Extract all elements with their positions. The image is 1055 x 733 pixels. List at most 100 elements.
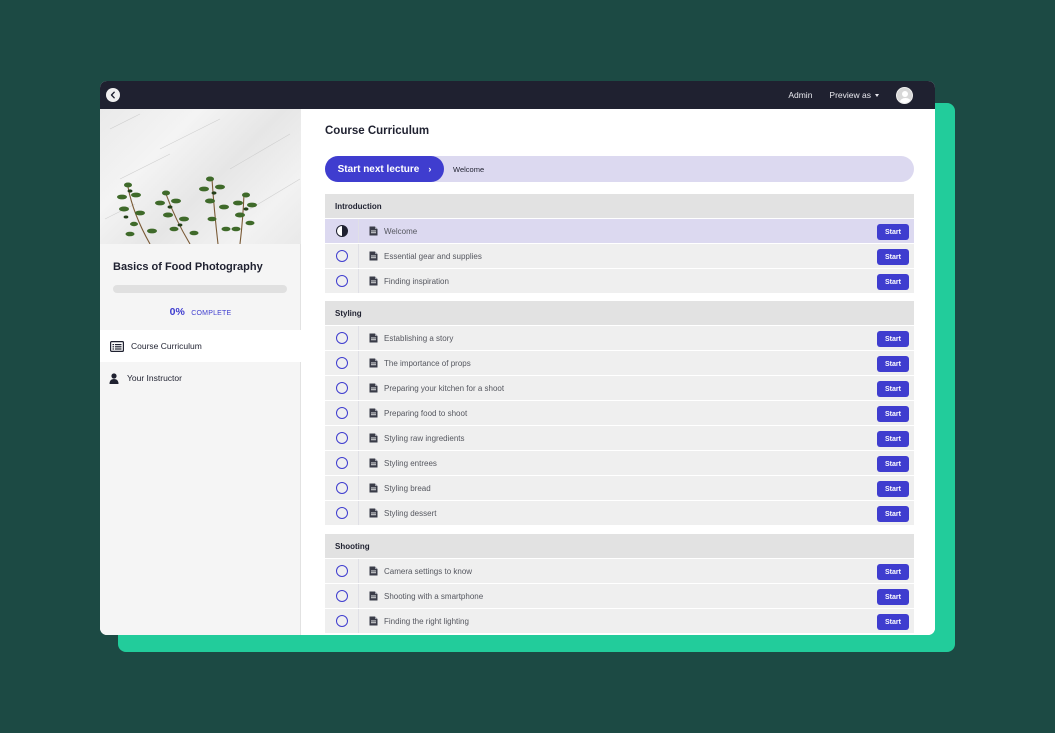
herb-sprigs-illustration (104, 113, 301, 244)
not-started-status-icon (335, 332, 348, 344)
sidebar-item-your-instructor[interactable]: Your Instructor (100, 362, 301, 394)
preview-as-dropdown[interactable]: Preview as (829, 90, 879, 100)
document-icon (369, 276, 378, 286)
chevron-left-icon (110, 91, 115, 99)
sidebar-item-label: Your Instructor (127, 373, 182, 383)
avatar-head-shape (902, 90, 908, 97)
sidebar: Basics of Food Photography 0% COMPLETE C… (100, 109, 301, 635)
start-lecture-button[interactable]: Start (877, 564, 909, 580)
lecture-title: The importance of props (384, 358, 471, 368)
back-button[interactable] (106, 88, 120, 102)
lecture-row[interactable]: The importance of props Start (325, 350, 914, 375)
user-avatar[interactable] (896, 86, 913, 104)
lecture-row[interactable]: Preparing food to shoot Start (325, 400, 914, 425)
lecture-row[interactable]: Camera settings to know Start (325, 558, 914, 583)
sidebar-item-label: Course Curriculum (131, 341, 202, 351)
document-icon (369, 358, 378, 368)
lecture-row[interactable]: Essential gear and supplies Start (325, 243, 914, 268)
progress-complete-label: COMPLETE (191, 310, 232, 317)
lecture-row[interactable]: Establishing a story Start (325, 325, 914, 350)
start-lecture-button[interactable]: Start (877, 356, 909, 372)
lecture-status (325, 351, 359, 375)
lecture-title: Preparing your kitchen for a shoot (384, 383, 505, 393)
next-lecture-bar: Start next lecture › Welcome (325, 156, 914, 182)
start-lecture-button[interactable]: Start (877, 224, 909, 240)
curriculum-section: Introduction Welcome Start Essential gear a… (325, 194, 914, 293)
start-lecture-button[interactable]: Start (877, 589, 909, 605)
not-started-status-icon (335, 407, 348, 419)
document-icon (369, 383, 378, 393)
start-next-lecture-label: Start next lecture (337, 163, 420, 175)
lecture-title: Establishing a story (384, 333, 454, 343)
lecture-title: Camera settings to know (384, 566, 473, 576)
lecture-title: Styling raw ingredients (384, 433, 465, 443)
start-lecture-button[interactable]: Start (877, 249, 909, 265)
next-lecture-title: Welcome (453, 164, 485, 174)
document-icon (369, 333, 378, 343)
section-title: Styling (325, 301, 914, 325)
lecture-status (325, 476, 359, 500)
document-icon (369, 408, 378, 418)
lecture-title: Preparing food to shoot (384, 408, 468, 418)
lecture-title: Welcome (384, 226, 418, 236)
start-lecture-button[interactable]: Start (877, 481, 909, 497)
not-started-status-icon (335, 432, 348, 444)
sidebar-item-course-curriculum[interactable]: Course Curriculum (100, 330, 301, 362)
lecture-status (325, 376, 359, 400)
not-started-status-icon (335, 382, 348, 394)
lecture-row[interactable]: Styling entrees Start (325, 450, 914, 475)
app-window: Admin Preview as Basics of Food Photogra… (100, 81, 935, 635)
caret-down-icon (875, 93, 879, 97)
section-title: Introduction (325, 194, 914, 218)
not-started-status-icon (335, 507, 348, 519)
lecture-title: Essential gear and supplies (384, 251, 482, 261)
lecture-row[interactable]: Finding the right lighting Start (325, 608, 914, 633)
not-started-status-icon (335, 590, 348, 602)
lecture-row[interactable]: Finding inspiration Start (325, 268, 914, 293)
lecture-status (325, 244, 359, 268)
progress-bar (113, 285, 287, 293)
lecture-row[interactable]: Shooting with a smartphone Start (325, 583, 914, 608)
lecture-row[interactable]: Styling dessert Start (325, 500, 914, 525)
lecture-status (325, 451, 359, 475)
document-icon (369, 458, 378, 468)
curriculum-section: Styling Establishing a story Start The impo… (325, 301, 914, 525)
not-started-status-icon (335, 482, 348, 494)
start-lecture-button[interactable]: Start (877, 456, 909, 472)
lecture-status (325, 401, 359, 425)
lecture-title: Finding inspiration (384, 276, 449, 286)
start-lecture-button[interactable]: Start (877, 506, 909, 522)
in-progress-status-icon (335, 225, 348, 237)
page-title: Course Curriculum (325, 125, 430, 137)
lecture-title: Styling bread (384, 483, 431, 493)
start-lecture-button[interactable]: Start (877, 381, 909, 397)
lecture-row[interactable]: Styling bread Start (325, 475, 914, 500)
start-lecture-button[interactable]: Start (877, 274, 909, 290)
start-lecture-button[interactable]: Start (877, 331, 909, 347)
course-title: Basics of Food Photography (113, 261, 263, 273)
lecture-row[interactable]: Preparing your kitchen for a shoot Start (325, 375, 914, 400)
lecture-title: Styling entrees (384, 458, 437, 468)
lecture-row[interactable]: Welcome Start (325, 218, 914, 243)
not-started-status-icon (335, 457, 348, 469)
lecture-title: Shooting with a smartphone (384, 591, 484, 601)
not-started-status-icon (335, 275, 348, 287)
lecture-status (325, 609, 359, 633)
lecture-title: Finding the right lighting (384, 616, 469, 626)
admin-link[interactable]: Admin (788, 90, 812, 100)
not-started-status-icon (335, 615, 348, 627)
top-bar: Admin Preview as (100, 81, 935, 109)
start-lecture-button[interactable]: Start (877, 406, 909, 422)
not-started-status-icon (335, 565, 348, 577)
start-lecture-button[interactable]: Start (877, 431, 909, 447)
lecture-status (325, 584, 359, 608)
start-lecture-button[interactable]: Start (877, 614, 909, 630)
start-next-lecture-button[interactable]: Start next lecture › (325, 156, 444, 182)
lecture-title: Styling dessert (384, 508, 437, 518)
lecture-row[interactable]: Styling raw ingredients Start (325, 425, 914, 450)
lecture-status (325, 426, 359, 450)
document-icon (369, 483, 378, 493)
not-started-status-icon (335, 250, 348, 262)
progress-percent: 0% (169, 306, 185, 318)
lecture-status (325, 269, 359, 293)
